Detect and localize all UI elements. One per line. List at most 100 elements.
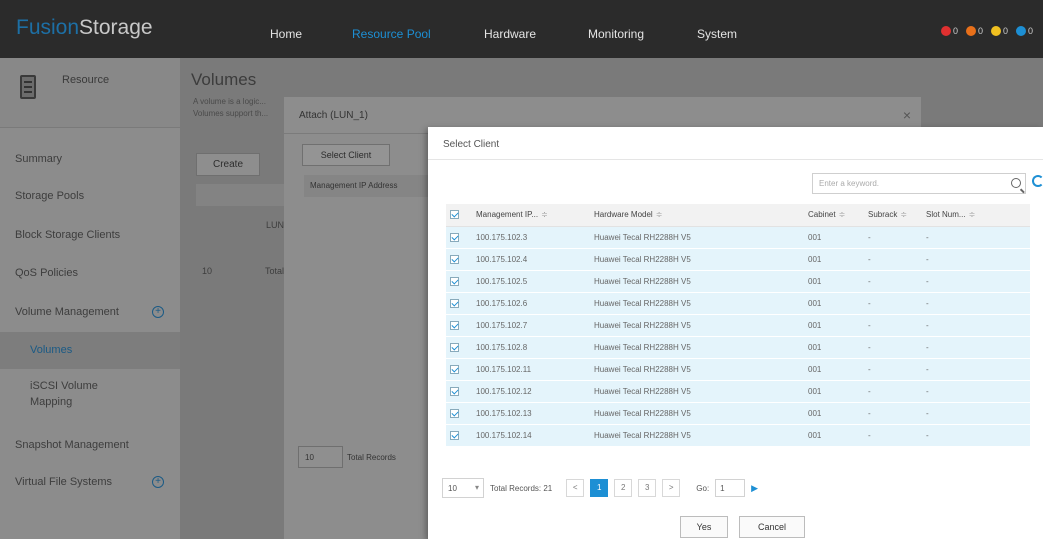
alarm-critical-icon	[940, 26, 951, 36]
table-row[interactable]: 100.175.102.13 Huawei Tecal RH2288H V5 001…	[446, 402, 1030, 425]
page-button-1[interactable]: 1	[590, 479, 609, 497]
cell-management-ip: 100.175.102.5	[472, 270, 590, 293]
attach-dialog-title: Attach (LUN_1)	[299, 110, 368, 121]
cell-subrack: -	[864, 380, 922, 403]
row-checkbox[interactable]	[446, 380, 472, 403]
checkbox-icon	[450, 342, 459, 352]
select-client-button[interactable]: Select Client	[302, 144, 390, 166]
table-header-row: Management IP... ≑ Hardware Model ≑ Cabine…	[446, 204, 1030, 227]
attach-pager: 10 Total Records	[298, 446, 396, 468]
cell-hardware-model: Huawei Tecal RH2288H V5	[590, 424, 804, 447]
nav-monitoring[interactable]: Monitoring	[588, 27, 644, 41]
go-page-input[interactable]: 1	[715, 479, 746, 497]
table-row[interactable]: 100.175.102.5 Huawei Tecal RH2288H V5 001-…	[446, 270, 1030, 293]
page-size-select[interactable]: 10	[202, 266, 212, 276]
cell-subrack: -	[864, 292, 922, 315]
table-row[interactable]: 100.175.102.12 Huawei Tecal RH2288H V5 001…	[446, 380, 1030, 403]
go-arrow-icon[interactable]: ▶	[751, 483, 758, 494]
expand-icon[interactable]: +	[152, 476, 164, 488]
cell-slot-number: -	[922, 226, 1030, 249]
go-label: Go:	[696, 483, 710, 493]
next-page-button[interactable]: >	[662, 479, 681, 497]
server-icon	[20, 75, 36, 99]
page-title: Volumes	[191, 70, 257, 89]
sidebar-item-storage-pools[interactable]: Storage Pools	[15, 190, 84, 202]
table-row[interactable]: 100.175.102.6 Huawei Tecal RH2288H V5 001-…	[446, 292, 1030, 315]
cell-subrack: -	[864, 424, 922, 447]
page-button-2[interactable]: 2	[614, 479, 633, 497]
yes-button[interactable]: Yes	[680, 516, 728, 538]
checkbox-icon	[450, 232, 459, 242]
row-checkbox[interactable]	[446, 270, 472, 293]
cell-cabinet: 001	[804, 292, 864, 315]
alarm-minor[interactable]: 0	[990, 26, 1008, 36]
cell-subrack: -	[864, 226, 922, 249]
column-hardware-model[interactable]: Hardware Model ≑	[590, 204, 804, 227]
sort-icon: ≑	[968, 210, 976, 220]
sidebar-item-virtual-file-systems[interactable]: Virtual File Systems	[15, 476, 112, 488]
checkbox-icon	[450, 276, 459, 286]
table-row[interactable]: 100.175.102.8 Huawei Tecal RH2288H V5 001-…	[446, 336, 1030, 359]
create-button[interactable]: Create	[196, 153, 260, 176]
nav-system[interactable]: System	[697, 27, 737, 41]
row-checkbox[interactable]	[446, 358, 472, 381]
nav-resource-pool[interactable]: Resource Pool	[352, 27, 431, 41]
close-icon[interactable]: ×	[903, 107, 911, 123]
row-checkbox[interactable]	[446, 248, 472, 271]
sidebar-item-block-storage-clients[interactable]: Block Storage Clients	[15, 229, 120, 241]
cell-hardware-model: Huawei Tecal RH2288H V5	[590, 248, 804, 271]
refresh-icon[interactable]	[1032, 175, 1043, 187]
table-row[interactable]: 100.175.102.14 Huawei Tecal RH2288H V5 001…	[446, 424, 1030, 447]
alarm-major[interactable]: 0	[965, 26, 983, 36]
sidebar-item-volume-management[interactable]: Volume Management	[15, 306, 119, 318]
sidebar-item-snapshot-management[interactable]: Snapshot Management	[15, 439, 129, 451]
select-all-checkbox[interactable]	[446, 204, 472, 227]
cell-slot-number: -	[922, 314, 1030, 337]
attach-page-size-select[interactable]: 10	[298, 446, 343, 468]
column-subrack[interactable]: Subrack ≑	[864, 204, 922, 227]
prev-page-button[interactable]: <	[566, 479, 585, 497]
table-row[interactable]: 100.175.102.4 Huawei Tecal RH2288H V5 001-…	[446, 248, 1030, 271]
table-row[interactable]: 100.175.102.11 Huawei Tecal RH2288H V5 001…	[446, 358, 1030, 381]
table-row[interactable]: LUN	[266, 220, 284, 230]
sidebar-item-qos-policies[interactable]: QoS Policies	[15, 267, 78, 279]
cancel-button[interactable]: Cancel	[739, 516, 805, 538]
row-checkbox[interactable]	[446, 424, 472, 447]
row-checkbox[interactable]	[446, 402, 472, 425]
cell-cabinet: 001	[804, 248, 864, 271]
page-button-3[interactable]: 3	[638, 479, 657, 497]
table-row[interactable]: 100.175.102.3 Huawei Tecal RH2288H V5 001-…	[446, 226, 1030, 249]
page-size-select[interactable]: 10	[442, 478, 484, 498]
checkbox-icon	[450, 386, 459, 396]
sidebar-item-summary[interactable]: Summary	[15, 153, 62, 165]
sort-icon: ≑	[900, 210, 908, 220]
alarm-warning[interactable]: 0	[1015, 26, 1033, 36]
search-input[interactable]: Enter a keyword.	[812, 173, 1026, 194]
expand-icon[interactable]: +	[152, 306, 164, 318]
cell-subrack: -	[864, 402, 922, 425]
nav-hardware[interactable]: Hardware	[484, 27, 536, 41]
checkbox-icon	[450, 364, 459, 374]
column-cabinet[interactable]: Cabinet ≑	[804, 204, 864, 227]
nav-home[interactable]: Home	[270, 27, 302, 41]
row-checkbox[interactable]	[446, 336, 472, 359]
management-ip-column-header: Management IP Address	[304, 175, 429, 197]
column-management-ip[interactable]: Management IP... ≑	[472, 204, 590, 227]
attach-total-records: Total Records	[347, 452, 396, 462]
sidebar-item-volumes[interactable]: Volumes	[0, 332, 180, 369]
row-checkbox[interactable]	[446, 226, 472, 249]
table-row[interactable]: 100.175.102.7 Huawei Tecal RH2288H V5 001-…	[446, 314, 1030, 337]
cell-cabinet: 001	[804, 270, 864, 293]
sidebar-item-iscsi-volume[interactable]: iSCSI Volume	[30, 380, 98, 392]
cell-slot-number: -	[922, 424, 1030, 447]
alarm-critical[interactable]: 0	[940, 26, 958, 36]
sidebar-item-mapping[interactable]: Mapping	[30, 396, 72, 408]
search-icon[interactable]	[1011, 178, 1021, 188]
column-slot-number[interactable]: Slot Num... ≑	[922, 204, 1030, 227]
row-checkbox[interactable]	[446, 292, 472, 315]
cell-cabinet: 001	[804, 358, 864, 381]
cell-subrack: -	[864, 336, 922, 359]
row-checkbox[interactable]	[446, 314, 472, 337]
checkbox-icon	[450, 408, 459, 418]
cell-management-ip: 100.175.102.11	[472, 358, 590, 381]
